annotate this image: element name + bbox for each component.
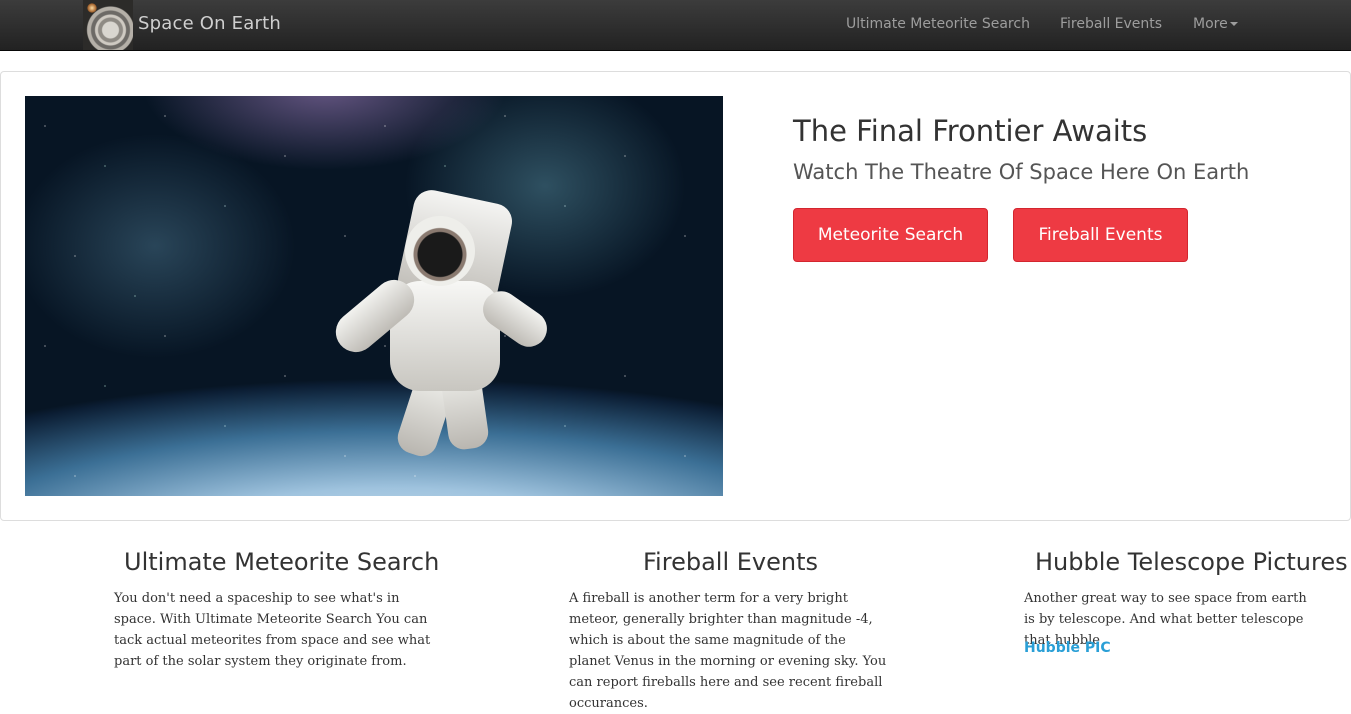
nav-more-label: More (1193, 16, 1228, 32)
nav-link-fireball-events[interactable]: Fireball Events (1060, 16, 1162, 32)
astronaut-earth-image (25, 96, 723, 496)
hubble-pic-link[interactable]: Hubble PIC (1024, 640, 1111, 656)
hero-subtitle: Watch The Theatre Of Space Here On Earth (793, 160, 1250, 184)
section-title-fireball-events: Fireball Events (643, 548, 818, 576)
top-navbar: Space On Earth Ultimate Meteorite Search… (0, 0, 1351, 51)
brand-logo-image[interactable] (83, 0, 133, 50)
section-text-fireball-events: A fireball is another term for a very br… (569, 591, 887, 711)
nav-more-dropdown[interactable]: More (1193, 16, 1238, 32)
section-title-meteorite-search: Ultimate Meteorite Search (124, 548, 440, 576)
nav-link-ultimate-meteorite-search[interactable]: Ultimate Meteorite Search (846, 16, 1030, 32)
caret-down-icon (1229, 22, 1238, 26)
fireball-events-button[interactable]: Fireball Events (1013, 208, 1188, 262)
brand-name-link[interactable]: Space On Earth (138, 13, 281, 34)
section-text-meteorite-search: You don't need a spaceship to see what's… (114, 591, 431, 669)
hero-title: The Final Frontier Awaits (793, 114, 1148, 148)
meteorite-search-button[interactable]: Meteorite Search (793, 208, 988, 262)
section-title-hubble-pictures: Hubble Telescope Pictures (1035, 548, 1348, 576)
